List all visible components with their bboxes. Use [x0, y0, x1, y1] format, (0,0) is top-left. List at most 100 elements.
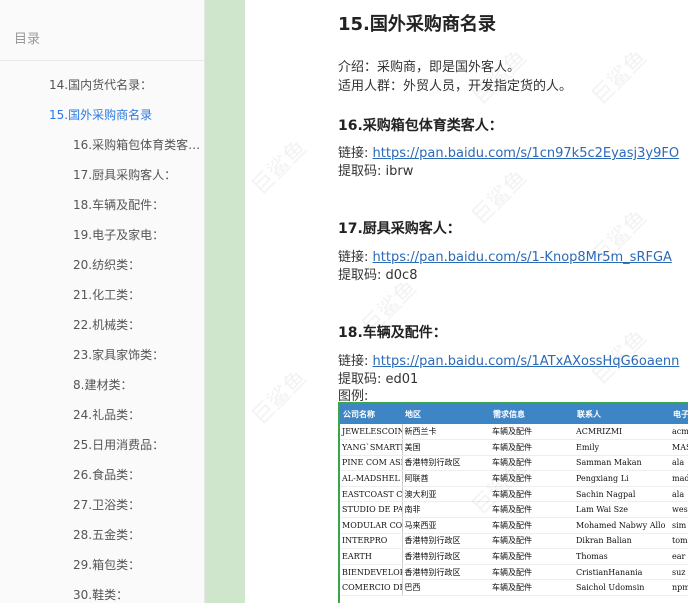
table-cell: Thomas	[574, 548, 670, 565]
table-cell: Samman Makan	[574, 455, 670, 472]
code-label: 提取码:	[338, 268, 382, 283]
table-cell: Mohamed Nabwy Allo	[574, 517, 670, 534]
toc-item[interactable]: 28.五金类：	[0, 520, 205, 550]
table-cell: 阿联酋	[402, 470, 490, 487]
table-header-cell: 需求信息	[490, 404, 574, 424]
section-link-row-17: 链接: https://pan.baidu.com/s/1-Knop8Mr5m_…	[338, 246, 672, 265]
baidu-pan-link-18[interactable]: https://pan.baidu.com/s/1ATxAXossHqG6oae…	[373, 354, 680, 369]
baidu-pan-link-17[interactable]: https://pan.baidu.com/s/1-Knop8Mr5m_sRFG…	[373, 250, 672, 265]
table-row: YANG`SMARTI/美国车辆及配件EmilyMAS	[340, 439, 688, 456]
table-header-cell: 电子	[670, 404, 688, 424]
table-cell: EARTH	[340, 548, 403, 565]
watermark: 巨鲨鱼	[467, 165, 532, 230]
link-label: 链接:	[338, 250, 369, 265]
section-code-row-16: 提取码: ibrw	[338, 160, 413, 179]
table-row: MODULAR CONS马来西亚车辆及配件Mohamed Nabwy Allos…	[340, 517, 688, 534]
table-cell: 香港特别行政区	[402, 564, 490, 581]
table-cell: 车辆及配件	[490, 455, 574, 472]
extract-code-17: d0c8	[385, 268, 418, 283]
document-content: 15.国外采购商名录 介绍：采购商，即是国外客人。 适用人群：外贸人员，开发指定…	[245, 0, 688, 603]
table-cell: BIENDEVELOPM	[340, 564, 403, 581]
table-cell: 香港特别行政区	[402, 533, 490, 550]
toc-item[interactable]: 19.电子及家电：	[0, 220, 205, 250]
table-cell: AL-MADSHEL 1	[340, 470, 403, 487]
toc-list: 14.国内货代名录： 15.国外采购商名录 16.采购箱包体育类客人： 17.厨具采购…	[0, 70, 205, 603]
toc-item[interactable]: 15.国外采购商名录	[0, 100, 205, 130]
toc-item[interactable]: 22.机械类：	[0, 310, 205, 340]
section-link-row-16: 链接: https://pan.baidu.com/s/1cn97k5c2Eya…	[338, 142, 679, 161]
link-label: 链接:	[338, 146, 369, 161]
watermark: 巨鲨鱼	[247, 365, 312, 430]
table-row: BIENDEVELOPM香港特别行政区车辆及配件CristianHananias…	[340, 564, 688, 581]
table-cell: MAS	[670, 439, 688, 456]
toc-item[interactable]: 8.建材类：	[0, 370, 205, 400]
section-heading-16: 16.采购箱包体育类客人：	[338, 118, 503, 134]
table-cell: 车辆及配件	[490, 424, 574, 441]
table-cell: Emily	[574, 439, 670, 456]
table-cell: wes	[670, 501, 688, 519]
table-cell: 美国	[402, 439, 490, 456]
toc-item[interactable]: 24.礼品类：	[0, 400, 205, 430]
table-cell: ear	[670, 548, 688, 565]
toc-title: 目录	[14, 32, 41, 47]
table-header-row: 公司名称 地区 需求信息 联系人 电子	[340, 404, 688, 424]
table-cell: acm	[670, 424, 688, 441]
table-cell: ACMRIZMI	[574, 424, 670, 441]
toc-item[interactable]: 17.厨具采购客人：	[0, 160, 205, 190]
table-cell: 车辆及配件	[490, 517, 574, 534]
toc-item[interactable]: 23.家具家饰类：	[0, 340, 205, 370]
baidu-pan-link-16[interactable]: https://pan.baidu.com/s/1cn97k5c2Eyasj3y…	[373, 146, 680, 161]
table-header-cell: 联系人	[574, 404, 670, 424]
table-cell: 澳大利亚	[402, 486, 490, 503]
table-cell: 车辆及配件	[490, 579, 574, 597]
table-cell: EASTCOAST CC	[340, 486, 403, 503]
table-cell: Lam Wai Sze	[574, 501, 670, 519]
table-row: EASTCOAST CC 澳大利亚 车辆及配件 Sachin Nagpal ala	[340, 486, 688, 503]
intro-text: 介绍：采购商，即是国外客人。	[338, 60, 521, 75]
toc-item[interactable]: 18.车辆及配件：	[0, 190, 205, 220]
toc-divider	[0, 60, 205, 61]
table-body: JEWELESCOINT新西兰卡车辆及配件ACMRIZMIacmYANG`SMA…	[340, 424, 688, 597]
section-code-row-17: 提取码: d0c8	[338, 264, 417, 283]
toc-item[interactable]: 14.国内货代名录：	[0, 70, 205, 100]
table-row: STUDIO DE PA 南非 车辆及配件 Lam Wai Sze wes	[340, 501, 688, 519]
table-cell: 南非	[402, 501, 490, 519]
table-cell: Pengxiang Li	[574, 470, 670, 487]
table-cell: 马来西亚	[402, 517, 490, 534]
editor-gutter	[205, 0, 245, 603]
page-title: 15.国外采购商名录	[338, 14, 496, 35]
table-cell: mad	[670, 470, 688, 487]
section-link-row-18: 链接: https://pan.baidu.com/s/1ATxAXossHqG…	[338, 350, 679, 369]
code-label: 提取码:	[338, 164, 382, 179]
table-cell: 巴西	[402, 579, 490, 597]
table-cell: CristianHanania	[574, 564, 670, 581]
table-cell: INTERPRO	[340, 533, 403, 550]
table-cell: 车辆及配件	[490, 501, 574, 519]
table-row: PINE COM ASI 香港特别行政区 车辆及配件 Samman Makan ala	[340, 455, 688, 472]
table-cell: JEWELESCOINT	[340, 424, 403, 441]
toc-item[interactable]: 26.食品类：	[0, 460, 205, 490]
toc-item[interactable]: 16.采购箱包体育类客人：	[0, 130, 205, 160]
table-cell: 车辆及配件	[490, 486, 574, 503]
toc-item[interactable]: 21.化工类：	[0, 280, 205, 310]
table-header-cell: 公司名称	[340, 404, 402, 424]
toc-item[interactable]: 25.日用消费品：	[0, 430, 205, 460]
table-cell: suz	[670, 564, 688, 581]
toc-item[interactable]: 29.箱包类：	[0, 550, 205, 580]
table-row: AL-MADSHEL 1 阿联酋 车辆及配件 Pengxiang Li mad	[340, 470, 688, 487]
toc-item[interactable]: 30.鞋类：	[0, 580, 205, 603]
table-cell: 车辆及配件	[490, 470, 574, 487]
table-cell: sim	[670, 517, 688, 534]
table-cell: ala	[670, 486, 688, 503]
audience-text: 适用人群：外贸人员，开发指定货的人。	[338, 79, 573, 94]
toc-item[interactable]: 27.卫浴类：	[0, 490, 205, 520]
example-image: 公司名称地区需求信息联系人电子 JEWELESCOINT新西兰卡车辆及配件ACM…	[338, 402, 688, 603]
table-cell: 车辆及配件	[490, 439, 574, 456]
extract-code-16: ibrw	[385, 164, 414, 179]
section-heading-18: 18.车辆及配件：	[338, 325, 447, 341]
toc-item[interactable]: 20.纺织类：	[0, 250, 205, 280]
link-label: 链接:	[338, 354, 369, 369]
table-row: COMERCIO DE巴西车辆及配件Saichol Udomsinnpm	[340, 579, 688, 597]
extract-code-18: ed01	[385, 372, 419, 387]
table-cell: COMERCIO DE	[340, 579, 403, 597]
